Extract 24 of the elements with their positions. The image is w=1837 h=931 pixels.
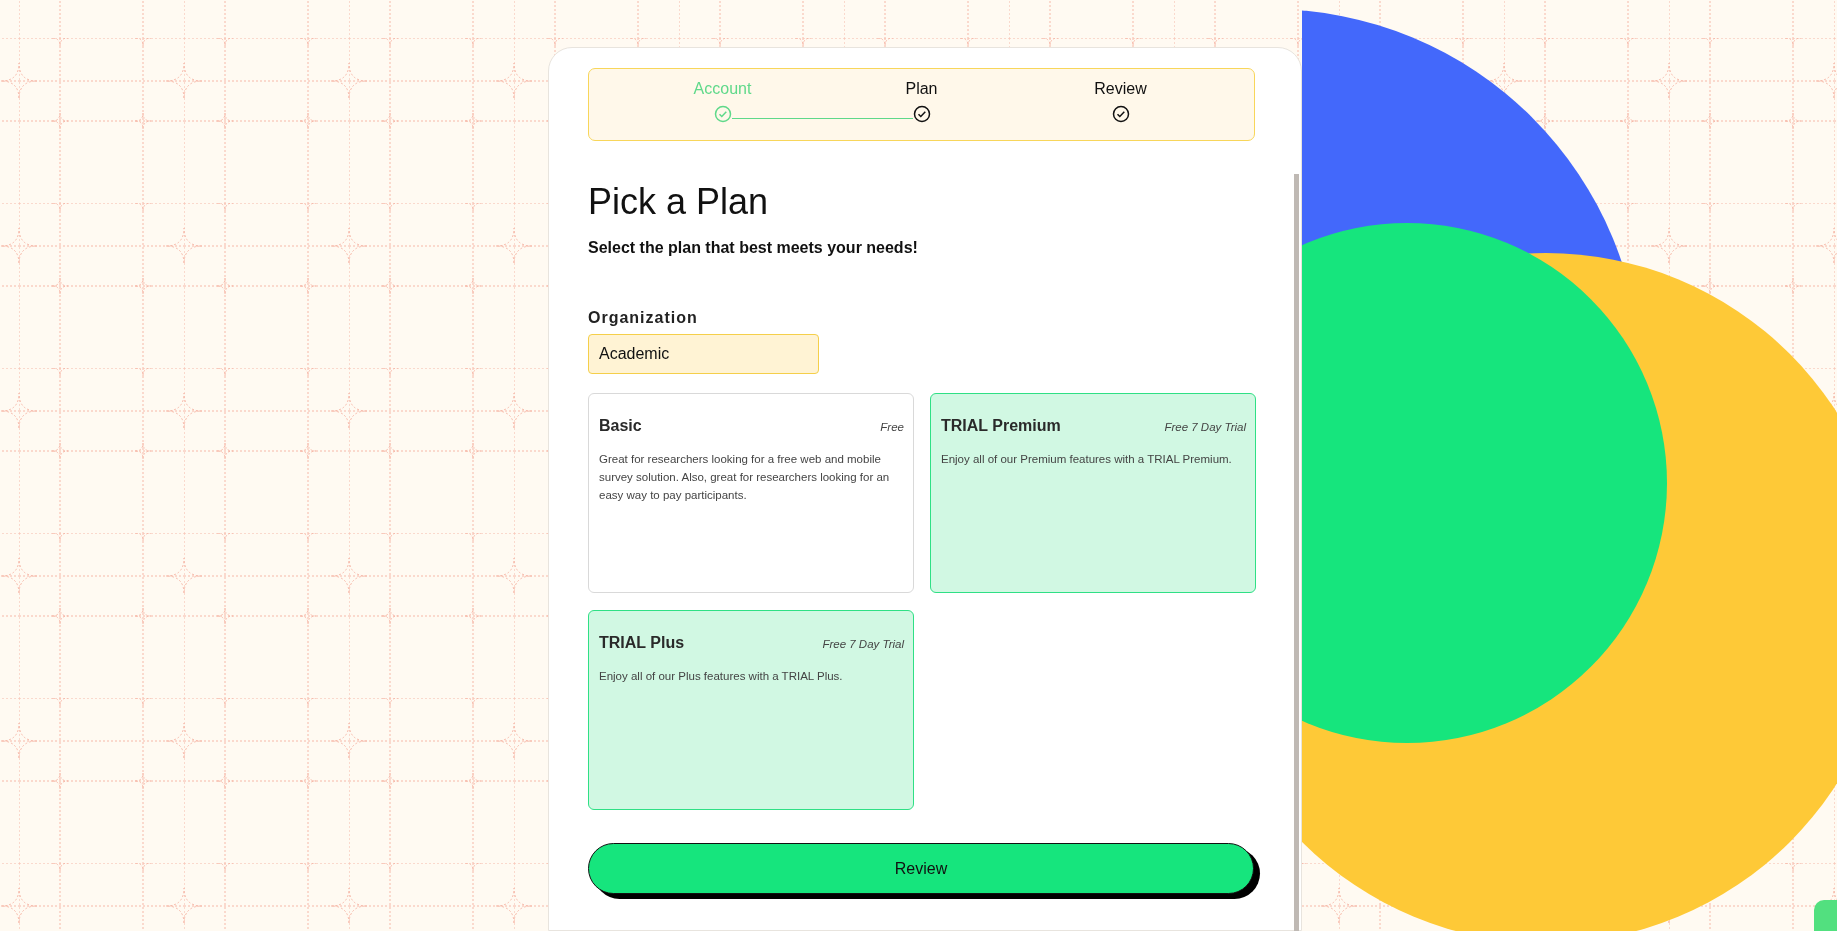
plan-description: Enjoy all of our Premium features with a TRIAL Premium. — [941, 452, 1233, 467]
page-subtitle: Select the plan that best meets your needs! — [588, 239, 919, 257]
plan-description: Great for researchers looking for a free web and mobile survey solution. Also, great for researchers looking for an easy way to pay participants. — [599, 452, 891, 503]
plan-price: Free 7 Day Trial — [1164, 421, 1246, 433]
organization-field[interactable]: Academic — [588, 334, 819, 374]
plan-price: Free 7 Day Trial — [822, 638, 904, 650]
check-circle-icon — [912, 105, 931, 123]
floating-button[interactable] — [1814, 900, 1837, 931]
plan-name: TRIAL Premium — [941, 417, 1061, 435]
plan-card[interactable]: Basic Free Great for researchers looking for a free web and mobile survey solution. Also, great for researchers looking for an easy way to pay participants. — [588, 393, 914, 593]
plan-name: Basic — [599, 417, 642, 435]
step-label: Account — [693, 80, 752, 98]
plan-price: Free — [880, 421, 904, 433]
scrollbar[interactable] — [1294, 174, 1299, 931]
plan-card[interactable]: TRIAL Premium Free 7 Day Trial Enjoy all of our Premium features with a TRIAL Premium. — [930, 393, 1256, 593]
check-circle-icon — [713, 105, 732, 123]
step-label: Plan — [905, 80, 938, 98]
plan-name: TRIAL Plus — [599, 634, 685, 652]
page-title: Pick a Plan — [588, 181, 770, 223]
step-label: Review — [1094, 80, 1147, 98]
plan-card[interactable]: TRIAL Plus Free 7 Day Trial Enjoy all of our Plus features with a TRIAL Plus. — [588, 610, 914, 810]
check-circle-icon — [1111, 105, 1130, 123]
field-label: Organization — [588, 309, 699, 327]
plan-description: Enjoy all of our Plus features with a TRIAL Plus. — [599, 669, 844, 684]
